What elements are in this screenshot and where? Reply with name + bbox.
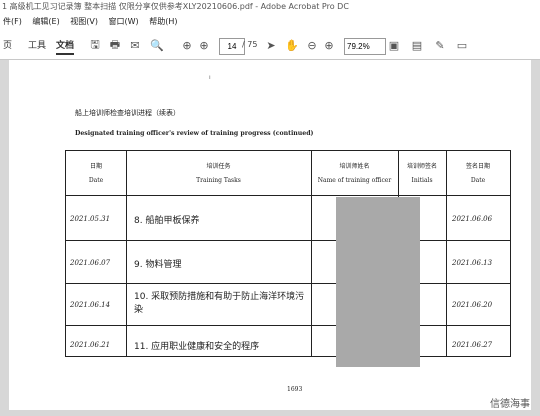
menu-help[interactable]: 帮助(H) bbox=[146, 14, 182, 30]
header-initials-en: Initials bbox=[411, 177, 433, 184]
header-officer-en: Name of training officer bbox=[317, 177, 392, 184]
header-task-en: Training Tasks bbox=[196, 177, 241, 184]
header-sign-date-en: Date bbox=[470, 177, 486, 184]
scroll-mode-icon[interactable]: ▤ bbox=[410, 38, 424, 52]
page-title-cn: 船上培训师检查培训进程（续表） bbox=[75, 109, 180, 117]
row-2-task: 9. 物料管理 bbox=[134, 260, 182, 270]
comment-icon[interactable]: ✎ bbox=[433, 38, 447, 52]
row-4-task: 11. 应用职业健康和安全的程序 bbox=[134, 342, 260, 352]
menu-view[interactable]: 视图(V) bbox=[67, 14, 103, 30]
page-total: / 75 bbox=[242, 40, 258, 49]
tab-home[interactable]: 页 bbox=[3, 38, 12, 51]
row-1-date: 2021.05.31 bbox=[70, 215, 111, 223]
training-table: 日期 Date 培训任务 Training Tasks 培训师姓名 Name o… bbox=[65, 150, 511, 357]
menu-window[interactable]: 窗口(W) bbox=[106, 14, 144, 30]
header-date-cn: 日期 bbox=[89, 163, 102, 170]
save-icon[interactable]: 🖫 bbox=[88, 38, 102, 52]
row-2-sign-date: 2021.06.13 bbox=[452, 259, 493, 267]
hand-tool-icon[interactable]: ✋ bbox=[285, 38, 299, 52]
header-sign-date-cn: 签名日期 bbox=[465, 163, 490, 170]
email-icon[interactable]: ✉ bbox=[128, 38, 142, 52]
row-3-sign-date: 2021.06.20 bbox=[452, 301, 493, 309]
menu-bar: 件(F) 编辑(E) 视图(V) 窗口(W) 帮助(H) bbox=[0, 14, 540, 30]
redaction-block bbox=[336, 197, 420, 367]
header-initials-cn: 培训师签名 bbox=[406, 163, 437, 170]
menu-edit[interactable]: 编辑(E) bbox=[29, 14, 64, 30]
tab-document[interactable]: 文档 bbox=[56, 38, 75, 55]
fit-page-icon[interactable]: ▣ bbox=[387, 38, 401, 52]
row-4-sign-date: 2021.06.27 bbox=[452, 341, 493, 349]
document-page-number: 1693 bbox=[287, 386, 303, 393]
window-title: 1 高级机工见习记录簿 整本扫描 仅限分享仅供参考XLY20210606.pdf… bbox=[0, 0, 540, 14]
row-3-task: 10. 采取预防措施和有助于防止海洋环境污染 bbox=[134, 292, 305, 315]
row-2-date: 2021.06.07 bbox=[70, 259, 111, 267]
tab-tools[interactable]: 工具 bbox=[28, 38, 46, 51]
toolbar: 页 工具 文档 🖫 🖶 ✉ 🔍 ⊕ ⊕ / 75 ➤ ✋ ⊖ ⊕ ▣ ▤ ✎ ▭ bbox=[0, 30, 540, 60]
page-title-en: Designated training officer's review of … bbox=[75, 130, 314, 137]
menu-file[interactable]: 件(F) bbox=[0, 14, 27, 30]
zoom-out-icon[interactable]: ⊖ bbox=[305, 38, 319, 52]
tick-mark: ı bbox=[209, 74, 211, 81]
header-task-cn: 培训任务 bbox=[206, 163, 231, 170]
zoom-in-icon[interactable]: ⊕ bbox=[322, 38, 336, 52]
row-4-date: 2021.06.21 bbox=[70, 341, 111, 349]
row-1-task: 8. 船舶甲板保养 bbox=[134, 216, 200, 226]
header-officer-cn: 培训师姓名 bbox=[339, 163, 370, 170]
watermark-text: 信德海事 bbox=[490, 399, 530, 410]
document-page: ı 船上培训师检查培训进程（续表） Designated training of… bbox=[9, 60, 531, 410]
previous-page-icon[interactable]: ⊕ bbox=[180, 38, 194, 52]
next-page-icon[interactable]: ⊕ bbox=[197, 38, 211, 52]
row-3-date: 2021.06.14 bbox=[70, 301, 111, 309]
highlight-icon[interactable]: ▭ bbox=[455, 38, 469, 52]
row-1-sign-date: 2021.06.06 bbox=[452, 215, 493, 223]
search-icon[interactable]: 🔍 bbox=[150, 38, 164, 52]
zoom-level-select[interactable] bbox=[344, 38, 386, 55]
print-icon[interactable]: 🖶 bbox=[108, 38, 122, 52]
header-date-en: Date bbox=[88, 177, 104, 184]
select-cursor-icon[interactable]: ➤ bbox=[264, 38, 278, 52]
